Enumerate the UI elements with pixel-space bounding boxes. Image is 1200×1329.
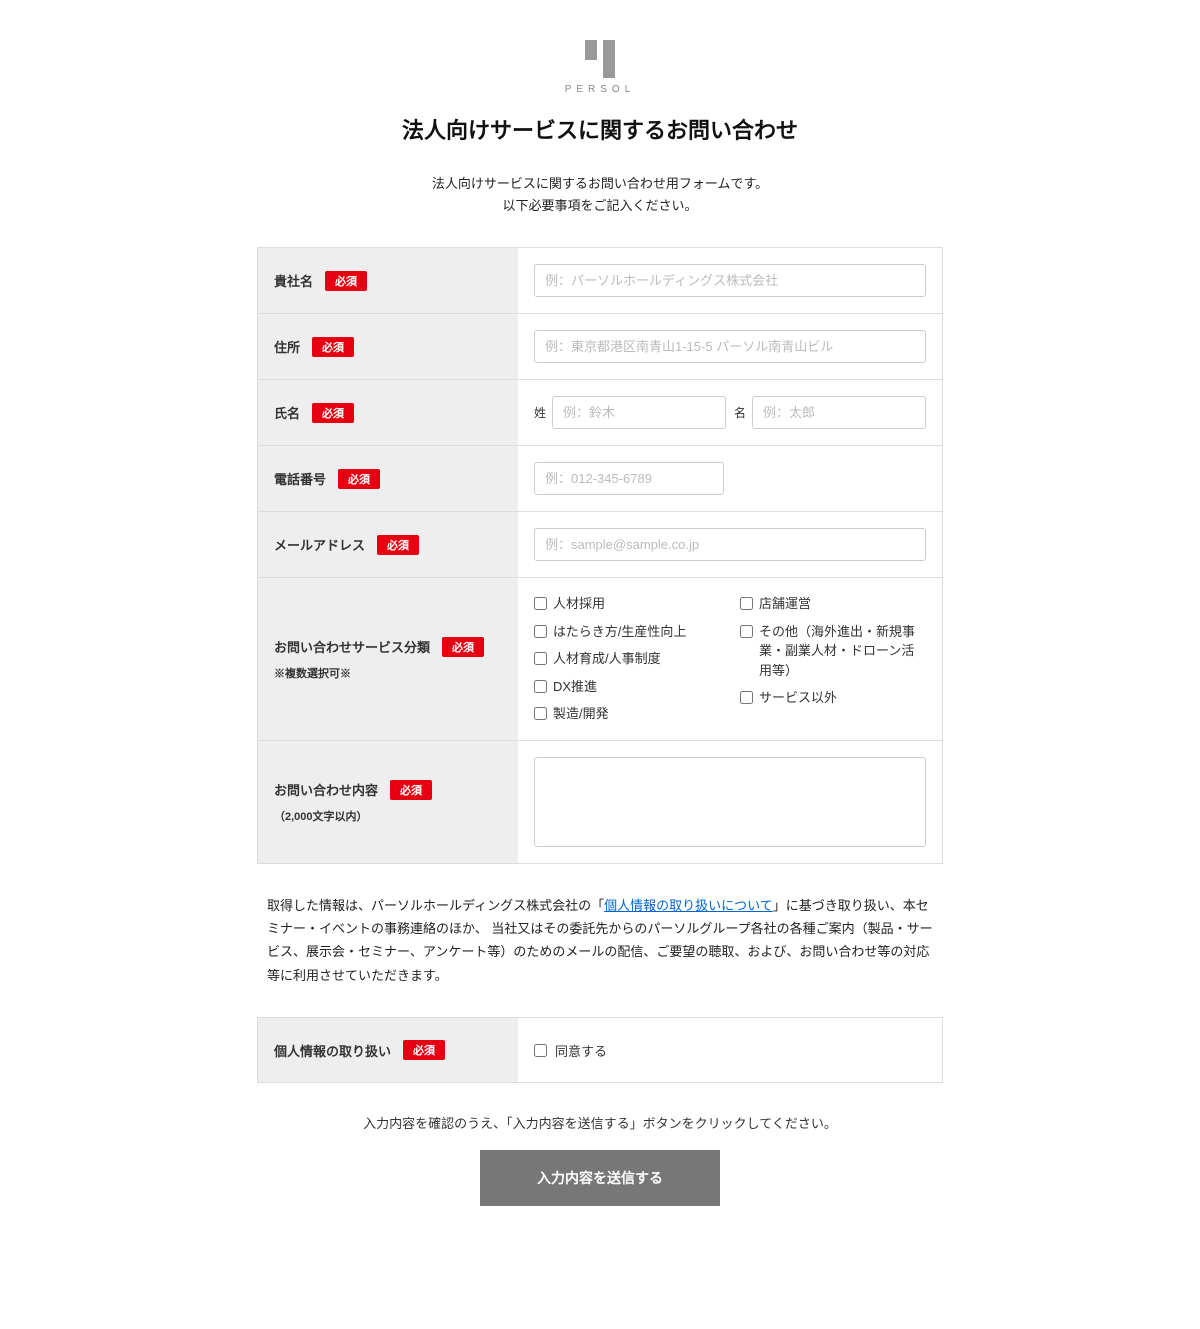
inquiry-note: （2,000文字以内）	[274, 808, 502, 824]
category-option[interactable]: その他（海外進出・新規事業・副業人材・ドローン活用等）	[740, 622, 926, 681]
consent-label: 個人情報の取り扱い	[274, 1041, 391, 1060]
category-checkbox[interactable]	[740, 691, 753, 704]
phone-label: 電話番号	[274, 469, 326, 488]
category-option-label: DX推進	[553, 677, 597, 697]
required-badge: 必須	[312, 337, 354, 357]
form-table: 貴社名 必須 住所 必須 氏名 必須	[257, 247, 943, 864]
category-option-label: はたらき方/生産性向上	[553, 622, 686, 642]
category-note: ※複数選択可※	[274, 665, 502, 681]
category-checkbox[interactable]	[534, 625, 547, 638]
category-checkbox[interactable]	[740, 597, 753, 610]
required-badge: 必須	[325, 271, 367, 291]
required-badge: 必須	[377, 535, 419, 555]
category-checkbox[interactable]	[740, 625, 753, 638]
name-label: 氏名	[274, 403, 300, 422]
sei-label: 姓	[534, 404, 546, 421]
category-checkbox[interactable]	[534, 707, 547, 720]
category-checkbox[interactable]	[534, 597, 547, 610]
category-option[interactable]: 製造/開発	[534, 704, 720, 724]
logo-text: PERSOL	[257, 84, 943, 95]
category-option[interactable]: 人材採用	[534, 594, 720, 614]
category-option[interactable]: 店舗運営	[740, 594, 926, 614]
required-badge: 必須	[390, 780, 432, 800]
required-badge: 必須	[442, 637, 484, 657]
consent-table: 個人情報の取り扱い 必須 同意する	[257, 1017, 943, 1083]
submit-button[interactable]: 入力内容を送信する	[480, 1150, 720, 1206]
category-option-label: その他（海外進出・新規事業・副業人材・ドローン活用等）	[759, 622, 926, 681]
company-input[interactable]	[534, 264, 926, 297]
page-subtitle: 法人向けサービスに関するお問い合わせ用フォームです。 以下必要事項をご記入くださ…	[257, 173, 943, 217]
category-option-label: 人材採用	[553, 594, 605, 614]
policy-text: 取得した情報は、パーソルホールディングス株式会社の「個人情報の取り扱いについて」…	[257, 894, 943, 988]
page-title: 法人向けサービスに関するお問い合わせ	[257, 113, 943, 145]
category-option[interactable]: サービス以外	[740, 688, 926, 708]
category-checkbox[interactable]	[534, 680, 547, 693]
email-input[interactable]	[534, 528, 926, 561]
category-option-label: サービス以外	[759, 688, 837, 708]
consent-checkbox-label: 同意する	[555, 1041, 607, 1060]
email-label: メールアドレス	[274, 535, 365, 554]
category-option[interactable]: DX推進	[534, 677, 720, 697]
category-label: お問い合わせサービス分類	[274, 637, 430, 656]
category-option-label: 製造/開発	[553, 704, 609, 724]
category-option-label: 店舗運営	[759, 594, 811, 614]
company-label: 貴社名	[274, 271, 313, 290]
required-badge: 必須	[403, 1040, 445, 1060]
category-option[interactable]: 人材育成/人事制度	[534, 649, 720, 669]
mei-label: 名	[734, 404, 746, 421]
category-option-label: 人材育成/人事制度	[553, 649, 661, 669]
sei-input[interactable]	[552, 396, 726, 429]
logo-mark-icon	[585, 40, 615, 78]
policy-link[interactable]: 個人情報の取り扱いについて	[604, 898, 773, 913]
inquiry-textarea[interactable]	[534, 757, 926, 847]
logo: PERSOL	[257, 40, 943, 95]
inquiry-label: お問い合わせ内容	[274, 780, 378, 799]
submit-instruction: 入力内容を確認のうえ、「入力内容を送信する」ボタンをクリックしてください。	[257, 1113, 943, 1132]
address-input[interactable]	[534, 330, 926, 363]
category-checkbox[interactable]	[534, 652, 547, 665]
category-option[interactable]: はたらき方/生産性向上	[534, 622, 720, 642]
consent-checkbox[interactable]	[534, 1044, 547, 1057]
required-badge: 必須	[338, 469, 380, 489]
mei-input[interactable]	[752, 396, 926, 429]
phone-input[interactable]	[534, 462, 724, 495]
address-label: 住所	[274, 337, 300, 356]
required-badge: 必須	[312, 403, 354, 423]
